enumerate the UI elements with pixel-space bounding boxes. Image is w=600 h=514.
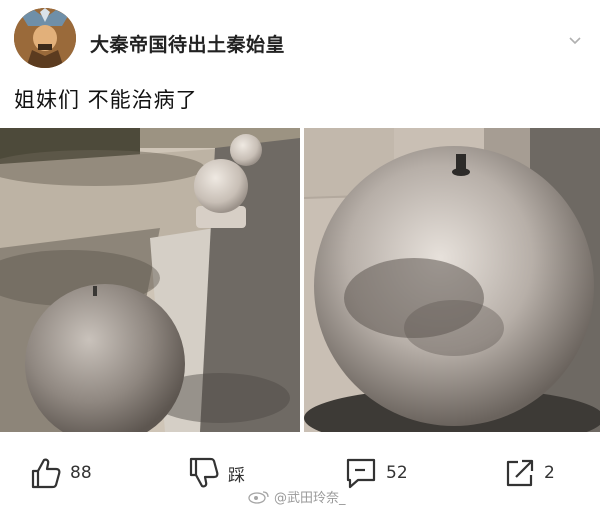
like-count: 88 xyxy=(70,463,92,483)
watermark: @武田玲奈_ xyxy=(248,487,346,506)
thumbs-up-icon xyxy=(31,458,61,489)
comment-icon xyxy=(346,458,376,489)
share-count: 2 xyxy=(544,463,555,483)
avatar[interactable] xyxy=(14,8,76,68)
comment-button[interactable]: 52 xyxy=(344,448,408,498)
comment-count: 52 xyxy=(386,463,408,483)
weibo-logo-icon xyxy=(248,490,269,504)
chevron-down-icon[interactable] xyxy=(568,34,582,48)
dislike-button[interactable]: 踩 xyxy=(186,448,245,498)
username[interactable]: 大秦帝国待出土秦始皇 xyxy=(90,30,285,57)
post-image-left[interactable] xyxy=(0,128,300,432)
thumbs-down-icon xyxy=(189,457,219,488)
post-header: 大秦帝国待出土秦始皇 xyxy=(0,0,600,70)
dislike-label: 踩 xyxy=(228,465,245,486)
post-text: 姐妹们 不能治病了 xyxy=(14,88,198,112)
share-icon xyxy=(506,459,534,487)
share-button[interactable]: 2 xyxy=(502,448,555,498)
watermark-text: @武田玲奈_ xyxy=(274,491,346,506)
like-button[interactable]: 88 xyxy=(28,448,92,498)
post-image-right[interactable] xyxy=(304,128,600,432)
